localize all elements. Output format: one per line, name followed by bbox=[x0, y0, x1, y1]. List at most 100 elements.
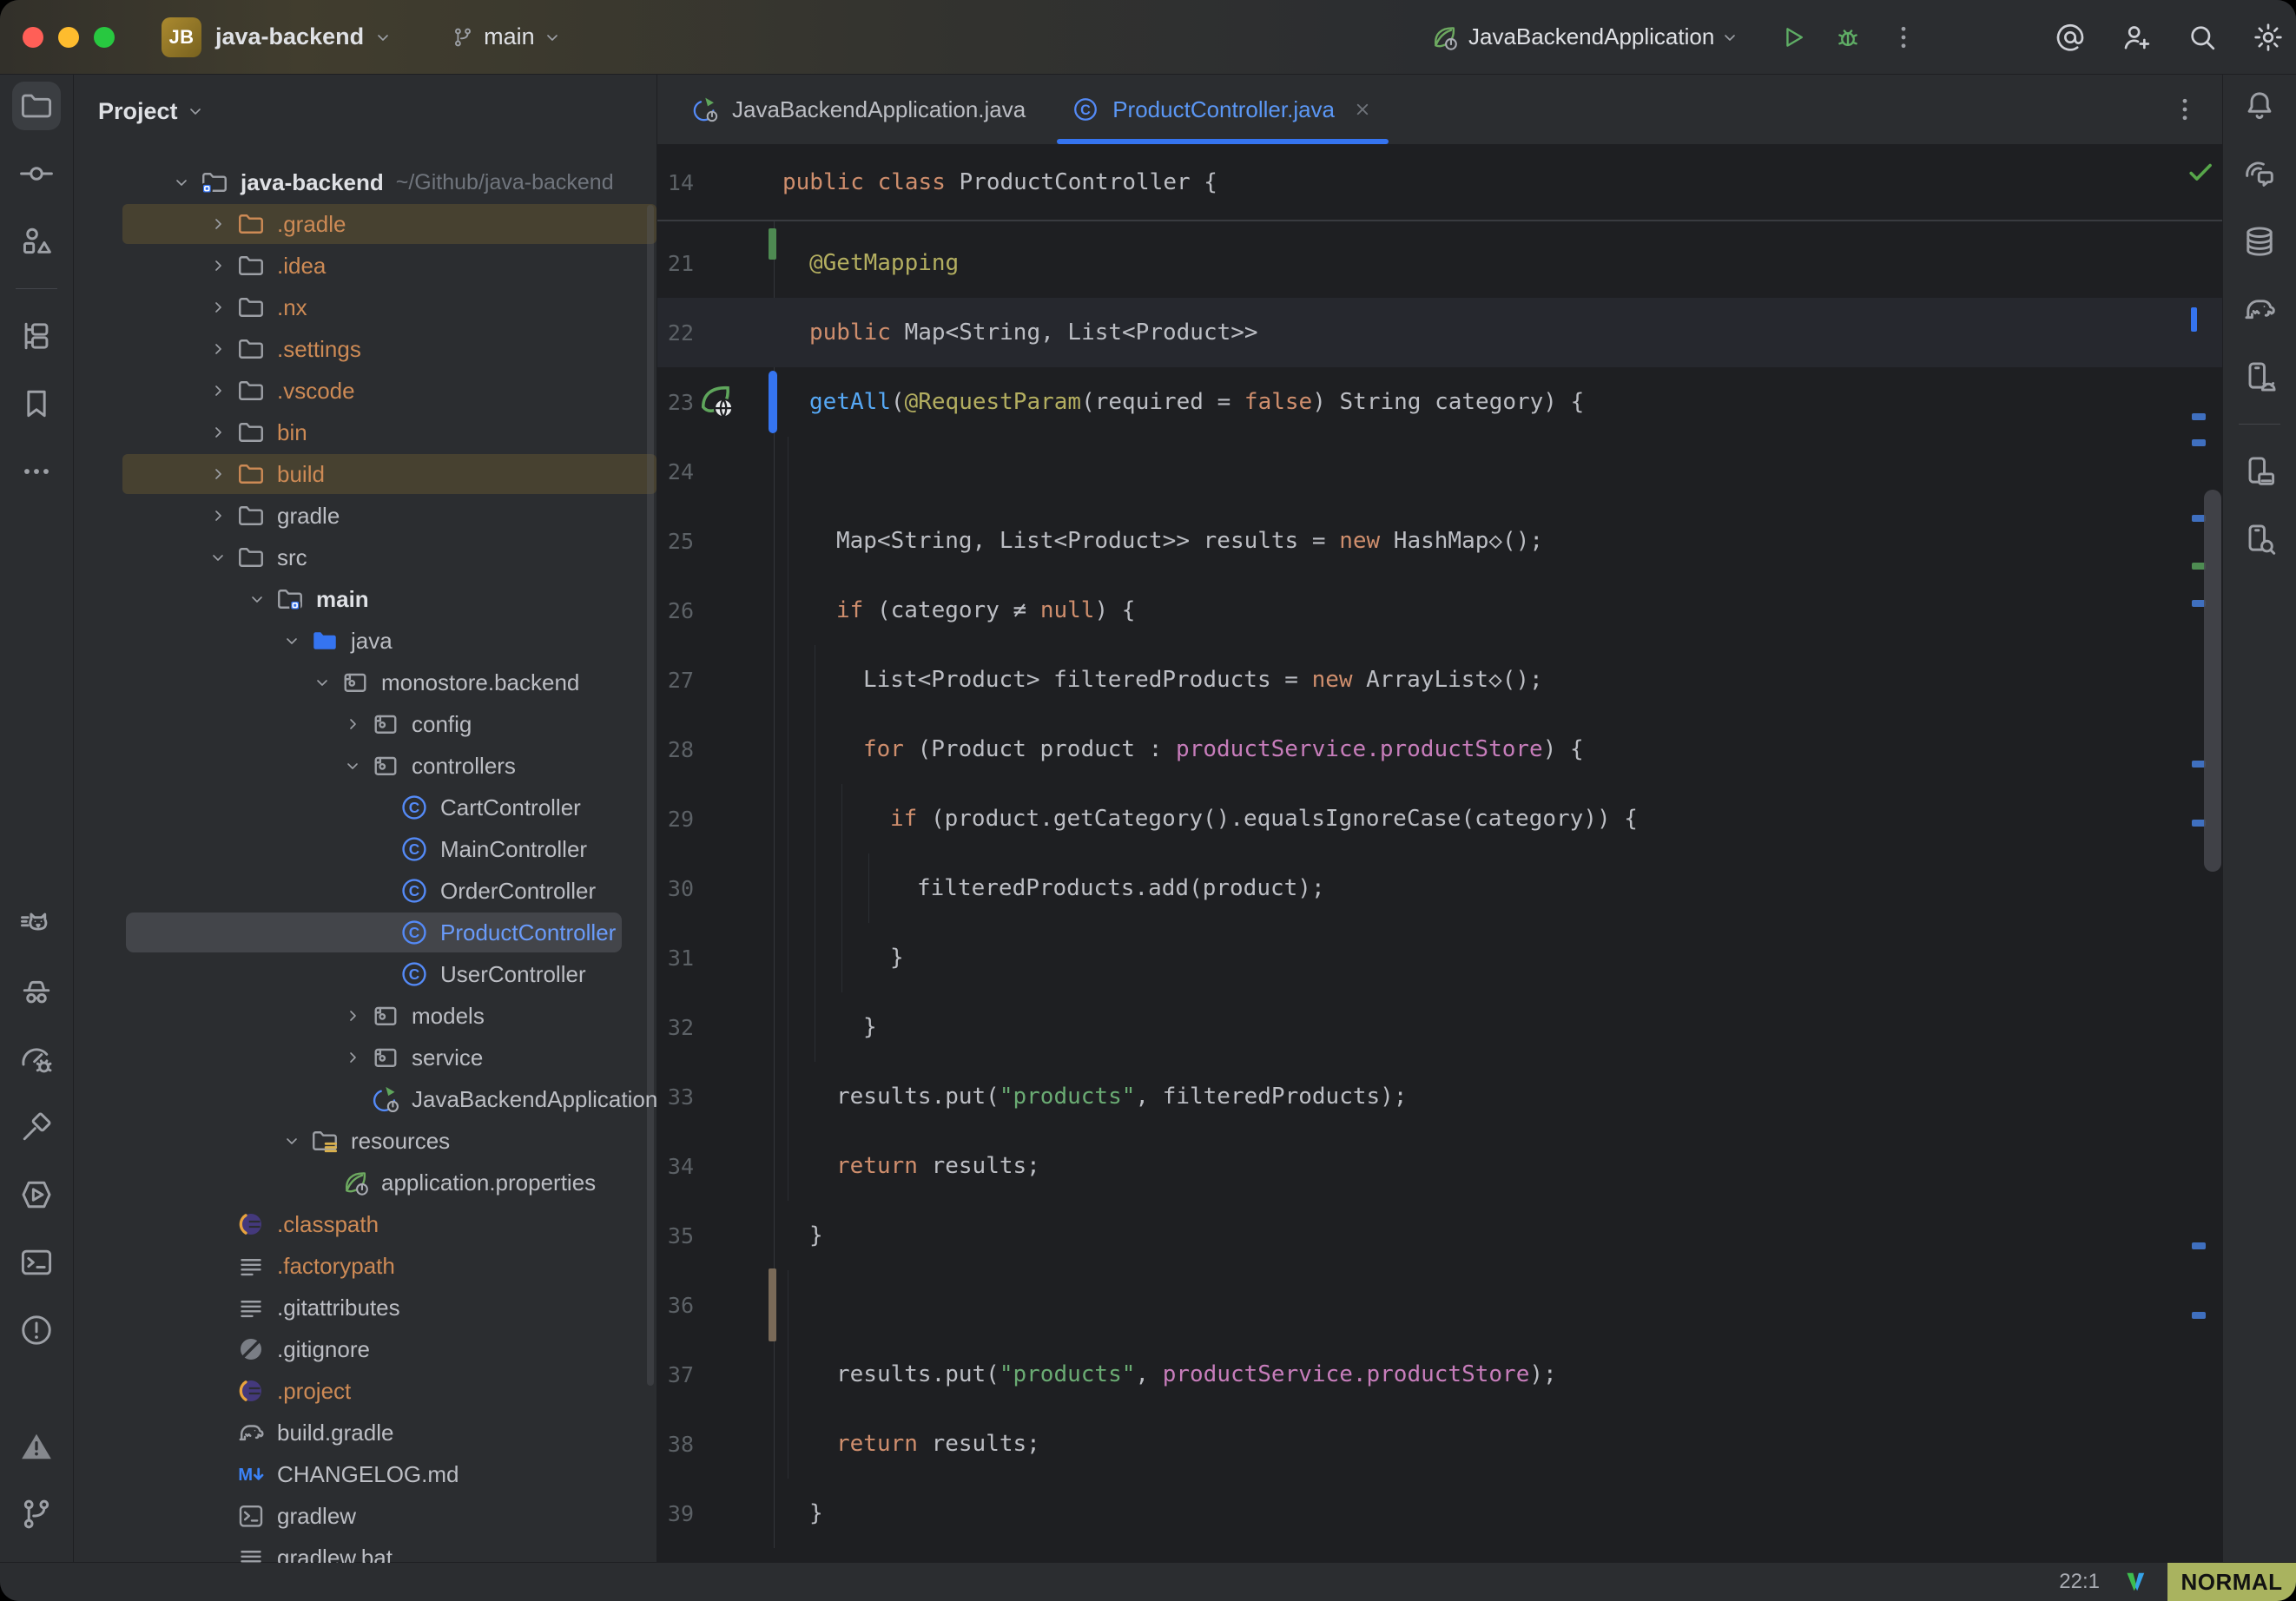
code-line-36[interactable]: 36 bbox=[657, 1270, 2223, 1340]
tree-item-java-backend[interactable]: java-backend~/Github/java-backend bbox=[74, 161, 656, 203]
project-panel-header[interactable]: Project bbox=[74, 75, 656, 139]
code-line-38[interactable]: 38return results; bbox=[657, 1409, 2223, 1479]
close-window-button[interactable] bbox=[23, 27, 43, 48]
tree-chevron[interactable] bbox=[202, 542, 234, 573]
tree-item-src[interactable]: src bbox=[74, 537, 656, 578]
code-line-32[interactable]: 32} bbox=[657, 992, 2223, 1062]
tab-productcontroller-java[interactable]: CProductController.java bbox=[1048, 75, 1397, 144]
debug-button[interactable] bbox=[1832, 22, 1864, 53]
sidebar-item-profiler[interactable] bbox=[12, 967, 61, 1016]
tree-chevron[interactable] bbox=[276, 625, 307, 656]
tree-chevron[interactable] bbox=[202, 458, 234, 490]
tree-item-maincontroller[interactable]: CMainController bbox=[74, 828, 656, 870]
tree-item-gradle[interactable]: .gradle bbox=[74, 203, 656, 245]
tab-options-icon[interactable] bbox=[2169, 94, 2200, 125]
chevron-down-icon[interactable] bbox=[373, 27, 393, 48]
ideavim-icon[interactable] bbox=[2122, 1569, 2148, 1595]
sidebar-item-commit[interactable] bbox=[12, 149, 61, 198]
tree-chevron[interactable] bbox=[337, 1042, 368, 1073]
tree-chevron[interactable] bbox=[202, 333, 234, 365]
sidebar-item-notifications[interactable] bbox=[2235, 82, 2284, 130]
tree-chevron[interactable] bbox=[202, 292, 234, 323]
tree-chevron[interactable] bbox=[202, 500, 234, 531]
tree-item-main[interactable]: main bbox=[74, 578, 656, 620]
tree-item-project[interactable]: .project bbox=[74, 1370, 656, 1412]
tree-item-bin[interactable]: bin bbox=[74, 412, 656, 453]
code-line-21[interactable]: 21@GetMapping bbox=[657, 228, 2223, 298]
tree-item-config[interactable]: config bbox=[74, 703, 656, 745]
tree-chevron[interactable] bbox=[337, 1000, 368, 1031]
inspections-ok-icon[interactable] bbox=[2185, 156, 2216, 188]
tree-item-ordercontroller[interactable]: COrderController bbox=[74, 870, 656, 912]
tree-item-productcontroller[interactable]: CProductController bbox=[74, 912, 656, 953]
sidebar-item-gradle[interactable] bbox=[2235, 285, 2284, 333]
code-line-33[interactable]: 33results.put("products", filteredProduc… bbox=[657, 1062, 2223, 1131]
sidebar-item-structure[interactable] bbox=[12, 217, 61, 266]
tree-item-nx[interactable]: .nx bbox=[74, 287, 656, 328]
sidebar-item-build[interactable] bbox=[12, 1103, 61, 1151]
tree-item-vscode[interactable]: .vscode bbox=[74, 370, 656, 412]
ai-assistant-icon[interactable] bbox=[2053, 20, 2088, 55]
tree-item-usercontroller[interactable]: CUserController bbox=[74, 953, 656, 995]
tab-javabackendapplication-java[interactable]: JavaBackendApplication.java bbox=[668, 75, 1048, 144]
stripe-mark[interactable] bbox=[2192, 1242, 2206, 1249]
tree-chevron[interactable] bbox=[276, 1125, 307, 1156]
code-line-39[interactable]: 39} bbox=[657, 1479, 2223, 1548]
tree-item-cartcontroller[interactable]: CCartController bbox=[74, 787, 656, 828]
sidebar-item-problems[interactable] bbox=[12, 1306, 61, 1354]
code-with-me-icon[interactable] bbox=[2119, 20, 2154, 55]
tree-item-controllers[interactable]: controllers bbox=[74, 745, 656, 787]
sidebar-item-terminal[interactable] bbox=[12, 1238, 61, 1287]
run-button[interactable] bbox=[1777, 22, 1808, 53]
search-everywhere-icon[interactable] bbox=[2185, 20, 2220, 55]
code-line-27[interactable]: 27List<Product> filteredProducts = new A… bbox=[657, 645, 2223, 715]
error-stripe[interactable] bbox=[2188, 146, 2223, 1563]
sidebar-item-cat-plugin[interactable] bbox=[12, 899, 61, 948]
code-line-34[interactable]: 34return results; bbox=[657, 1131, 2223, 1201]
sidebar-item-services[interactable] bbox=[12, 1170, 61, 1219]
sidebar-item-coverage[interactable] bbox=[12, 1035, 61, 1084]
tree-item-build-gradle[interactable]: build.gradle bbox=[74, 1412, 656, 1453]
stripe-mark[interactable] bbox=[2191, 307, 2197, 332]
tree-item-build[interactable]: build bbox=[74, 453, 656, 495]
code-line-22[interactable]: 22public Map<String, List<Product>> bbox=[657, 298, 2223, 367]
sidebar-item-app-inspection[interactable] bbox=[2235, 515, 2284, 563]
caret-position-widget[interactable]: 22:1 bbox=[2059, 1570, 2100, 1594]
code-line-26[interactable]: 26if (category ≠ null) { bbox=[657, 576, 2223, 645]
tree-chevron[interactable] bbox=[241, 583, 273, 615]
tree-chevron[interactable] bbox=[202, 375, 234, 406]
tree-item-models[interactable]: models bbox=[74, 995, 656, 1037]
more-actions-icon[interactable] bbox=[1888, 22, 1919, 53]
close-tab-icon[interactable] bbox=[1350, 97, 1375, 122]
stripe-mark[interactable] bbox=[2192, 1312, 2206, 1319]
branch-selector[interactable]: main bbox=[451, 23, 563, 50]
sidebar-item-running-devices[interactable] bbox=[2235, 447, 2284, 496]
tree-item-monostore-backend[interactable]: monostore.backend bbox=[74, 662, 656, 703]
run-configuration-selector[interactable]: JavaBackendApplication bbox=[1468, 23, 1714, 50]
tree-item-java[interactable]: java bbox=[74, 620, 656, 662]
project-tree-scrollbar[interactable] bbox=[647, 205, 654, 1386]
sidebar-item-hierarchy[interactable] bbox=[12, 312, 61, 360]
tree-item-application-properties[interactable]: application.properties bbox=[74, 1162, 656, 1203]
tree-item-service[interactable]: service bbox=[74, 1037, 656, 1078]
tree-item-changelog-md[interactable]: MCHANGELOG.md bbox=[74, 1453, 656, 1495]
code-line-14[interactable]: 14public class ProductController { bbox=[657, 148, 1217, 217]
stripe-mark[interactable] bbox=[2192, 439, 2206, 446]
sidebar-item-database[interactable] bbox=[2235, 217, 2284, 266]
stripe-mark[interactable] bbox=[2192, 413, 2206, 420]
tree-chevron[interactable] bbox=[337, 750, 368, 781]
chevron-down-icon[interactable] bbox=[1719, 27, 1740, 48]
maximize-window-button[interactable] bbox=[94, 27, 115, 48]
code-line-30[interactable]: 30filteredProducts.add(product); bbox=[657, 853, 2223, 923]
tree-chevron[interactable] bbox=[202, 250, 234, 281]
code-line-25[interactable]: 25Map<String, List<Product>> results = n… bbox=[657, 506, 2223, 576]
minimize-window-button[interactable] bbox=[58, 27, 79, 48]
code-viewport[interactable]: 21@GetMapping22public Map<String, List<P… bbox=[657, 221, 2223, 1548]
sidebar-item-device-manager[interactable] bbox=[2235, 352, 2284, 401]
editor-scrollbar-thumb[interactable] bbox=[2204, 490, 2221, 872]
tree-item-settings[interactable]: .settings bbox=[74, 328, 656, 370]
vim-mode-badge[interactable]: NORMAL bbox=[2167, 1563, 2296, 1601]
sidebar-item-more-tool-windows[interactable] bbox=[12, 447, 61, 496]
code-line-37[interactable]: 37results.put("products", productService… bbox=[657, 1340, 2223, 1409]
code-line-31[interactable]: 31} bbox=[657, 923, 2223, 992]
